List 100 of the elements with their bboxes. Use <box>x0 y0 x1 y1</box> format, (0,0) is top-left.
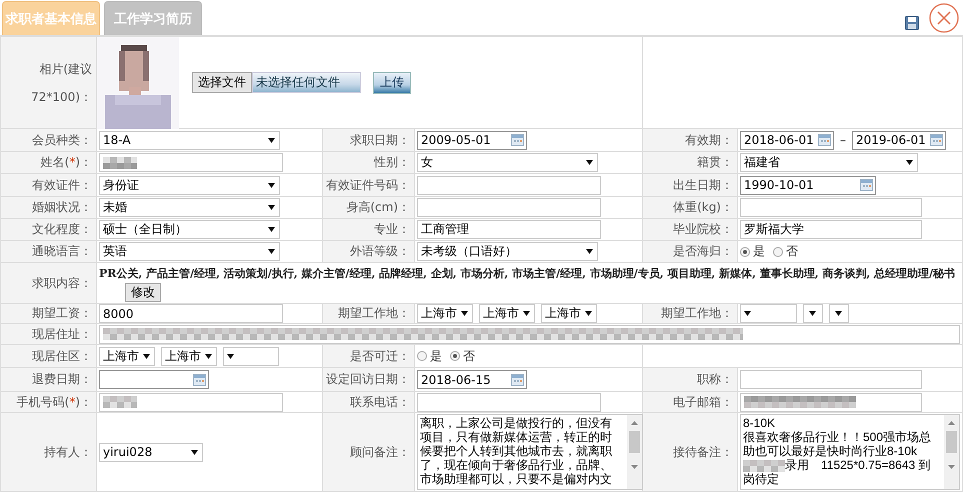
date-field[interactable]: 1990-10-01 <box>740 176 876 194</box>
date-field[interactable]: 2019-06-01 <box>852 130 946 150</box>
redacted-text <box>103 396 137 408</box>
select-field[interactable]: 女 <box>417 153 598 172</box>
field-label: 现居住区： <box>32 348 92 364</box>
notes-textarea[interactable]: 离职，上家公司是做投行的，但没有项目，只有做新媒体运营，转正的时候要把个人转到其他城市去，就离职了，现在倾向于奢侈品行业，品牌、市场助理都可以，只要不是偏对内文 <box>417 414 643 490</box>
input-field[interactable] <box>740 392 922 412</box>
calendar-icon[interactable] <box>860 179 873 191</box>
select-field[interactable]: 18-A <box>99 130 280 150</box>
scrollbar[interactable] <box>627 415 642 489</box>
field-label: 顾问备注： <box>350 444 410 460</box>
input-field[interactable] <box>417 198 601 217</box>
date-field[interactable] <box>99 370 209 389</box>
dropdown-arrow-icon <box>835 311 842 316</box>
calendar-icon[interactable] <box>818 134 831 146</box>
dropdown-arrow-icon <box>586 249 593 254</box>
field-label: 性别： <box>374 154 410 171</box>
select-field[interactable]: 身份证 <box>99 176 280 194</box>
select-field[interactable]: yirui028 <box>99 442 203 462</box>
radio-button[interactable] <box>773 246 783 256</box>
field-label: 持有人： <box>44 444 92 460</box>
dropdown-arrow-icon <box>585 311 592 316</box>
select-field[interactable]: 英语 <box>99 242 280 261</box>
radio-button[interactable] <box>417 351 427 361</box>
field-label: 设定回访日期： <box>326 371 410 388</box>
input-field[interactable] <box>99 324 960 344</box>
radio-option[interactable]: 否 <box>773 243 798 260</box>
field-label: 会员种类： <box>32 132 92 148</box>
scrollbar[interactable] <box>944 415 959 489</box>
radio-button[interactable] <box>740 246 750 256</box>
select-field[interactable]: 上海市 <box>417 304 473 323</box>
radio-button[interactable] <box>450 351 460 361</box>
input-field[interactable] <box>99 392 283 412</box>
notes-textarea[interactable]: 8-10K 很喜欢奢侈品行业！！500强市场总助也可以最好是快时尚行业8-10k 录用 11525*0.75=8643 到岗待定 <box>740 414 960 490</box>
select-field[interactable]: 福建省 <box>740 153 918 172</box>
field-label: 期望工作地： <box>338 305 410 322</box>
save-icon[interactable] <box>905 16 919 30</box>
field-label: 身高(cm)： <box>346 199 410 216</box>
select-field[interactable]: 上海市 <box>479 304 535 323</box>
select-field[interactable]: 未考级（口语好） <box>417 242 598 261</box>
select-field[interactable]: 上海市 <box>541 304 597 323</box>
field-label: 是否可迁： <box>350 348 410 364</box>
select-field[interactable] <box>829 304 849 323</box>
edit-button[interactable]: 修改 <box>125 283 161 302</box>
upload-button[interactable]: 上传 <box>373 72 411 94</box>
radio-option[interactable]: 是 <box>740 243 765 260</box>
dropdown-arrow-icon <box>906 160 913 165</box>
choose-file-button[interactable]: 选择文件 <box>192 72 252 93</box>
field-label: 求职内容： <box>32 274 92 292</box>
calendar-icon[interactable] <box>193 374 206 386</box>
calendar-icon[interactable] <box>930 134 943 146</box>
radio-option[interactable]: 是 <box>417 348 442 364</box>
field-label: 退费日期： <box>32 371 92 388</box>
field-label: 专业： <box>374 221 410 238</box>
input-field[interactable] <box>99 153 283 172</box>
calendar-icon[interactable] <box>511 134 524 146</box>
file-status: 未选择任何文件 <box>252 72 361 93</box>
field-label: 有效证件： <box>32 176 92 194</box>
input-field[interactable]: 8000 <box>99 304 283 323</box>
input-field[interactable] <box>417 392 601 412</box>
date-field[interactable]: 2018-06-01 <box>740 130 834 150</box>
input-field[interactable]: 工商管理 <box>417 220 601 239</box>
dropdown-arrow-icon <box>268 227 275 232</box>
redacted-text <box>743 460 785 472</box>
input-field[interactable]: 罗斯福大学 <box>740 220 922 239</box>
select-field[interactable]: 硕士（全日制） <box>99 220 280 239</box>
select-field[interactable] <box>740 304 797 323</box>
input-field[interactable] <box>417 176 601 194</box>
input-field[interactable] <box>740 198 922 217</box>
date-field[interactable]: 2009-05-01 <box>417 130 527 150</box>
field-label: 联系电话： <box>350 394 410 410</box>
input-field[interactable] <box>740 370 922 389</box>
field-label: 体重(kg)： <box>673 199 733 216</box>
dropdown-arrow-icon <box>809 311 816 316</box>
radio-option[interactable]: 否 <box>450 348 475 364</box>
field-label: 毕业院校： <box>673 221 733 238</box>
calendar-icon[interactable] <box>511 374 524 386</box>
field-label: 有效期： <box>685 132 733 148</box>
field-label: 有效证件号码： <box>326 176 410 194</box>
dropdown-arrow-icon <box>268 249 275 254</box>
job-categories: PR公关, 产品主管/经理, 活动策划/执行, 媒介主管/经理, 品牌经理, 企划, 市场分析, 市场主管/经理, 市场助理/专员, 项目助理, 新媒体, 董事长助理, 商务谈判, 总经理助理/秘书 修改 <box>99 264 962 302</box>
date-field[interactable]: 2018-06-15 <box>417 370 527 389</box>
dropdown-arrow-icon <box>227 354 234 358</box>
field-label: 外语等级： <box>350 243 410 260</box>
field-label: 姓名(*)： <box>40 154 92 171</box>
select-field[interactable]: 上海市 <box>161 346 217 366</box>
select-field[interactable]: 上海市 <box>99 346 155 366</box>
select-field[interactable] <box>223 346 279 366</box>
select-field[interactable]: 未婚 <box>99 198 280 217</box>
dropdown-arrow-icon <box>523 311 530 316</box>
field-label: 是否海归： <box>673 243 733 260</box>
field-label: 现居住址： <box>32 326 92 342</box>
field-label: 期望工资： <box>32 305 92 322</box>
field-label: 籍贯： <box>697 154 733 171</box>
dropdown-arrow-icon <box>461 311 468 316</box>
field-label: 文化程度： <box>32 221 92 238</box>
select-field[interactable] <box>803 304 823 323</box>
close-icon[interactable] <box>929 2 959 32</box>
field-label: 接待备注： <box>673 444 733 460</box>
dropdown-arrow-icon <box>744 311 751 316</box>
